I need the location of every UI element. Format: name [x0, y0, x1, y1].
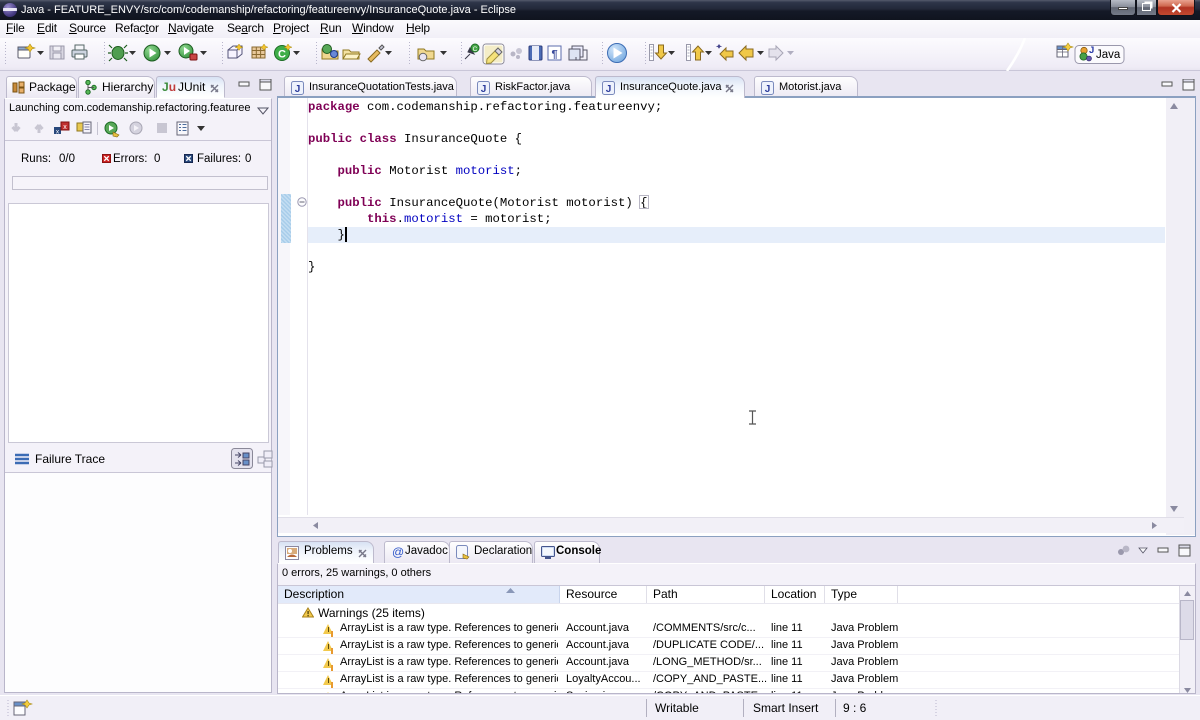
svg-text:J: J: [295, 84, 301, 95]
svg-text:J: J: [765, 84, 771, 95]
svg-text:¶: ¶: [551, 49, 557, 61]
svg-text:J: J: [606, 84, 612, 95]
svg-text:C: C: [278, 49, 286, 61]
svg-text:C: C: [473, 46, 478, 53]
svg-text:x: x: [63, 124, 67, 131]
svg-text:J: J: [1089, 45, 1094, 56]
svg-text:Java: Java: [1096, 49, 1121, 61]
svg-text:J: J: [481, 84, 487, 95]
